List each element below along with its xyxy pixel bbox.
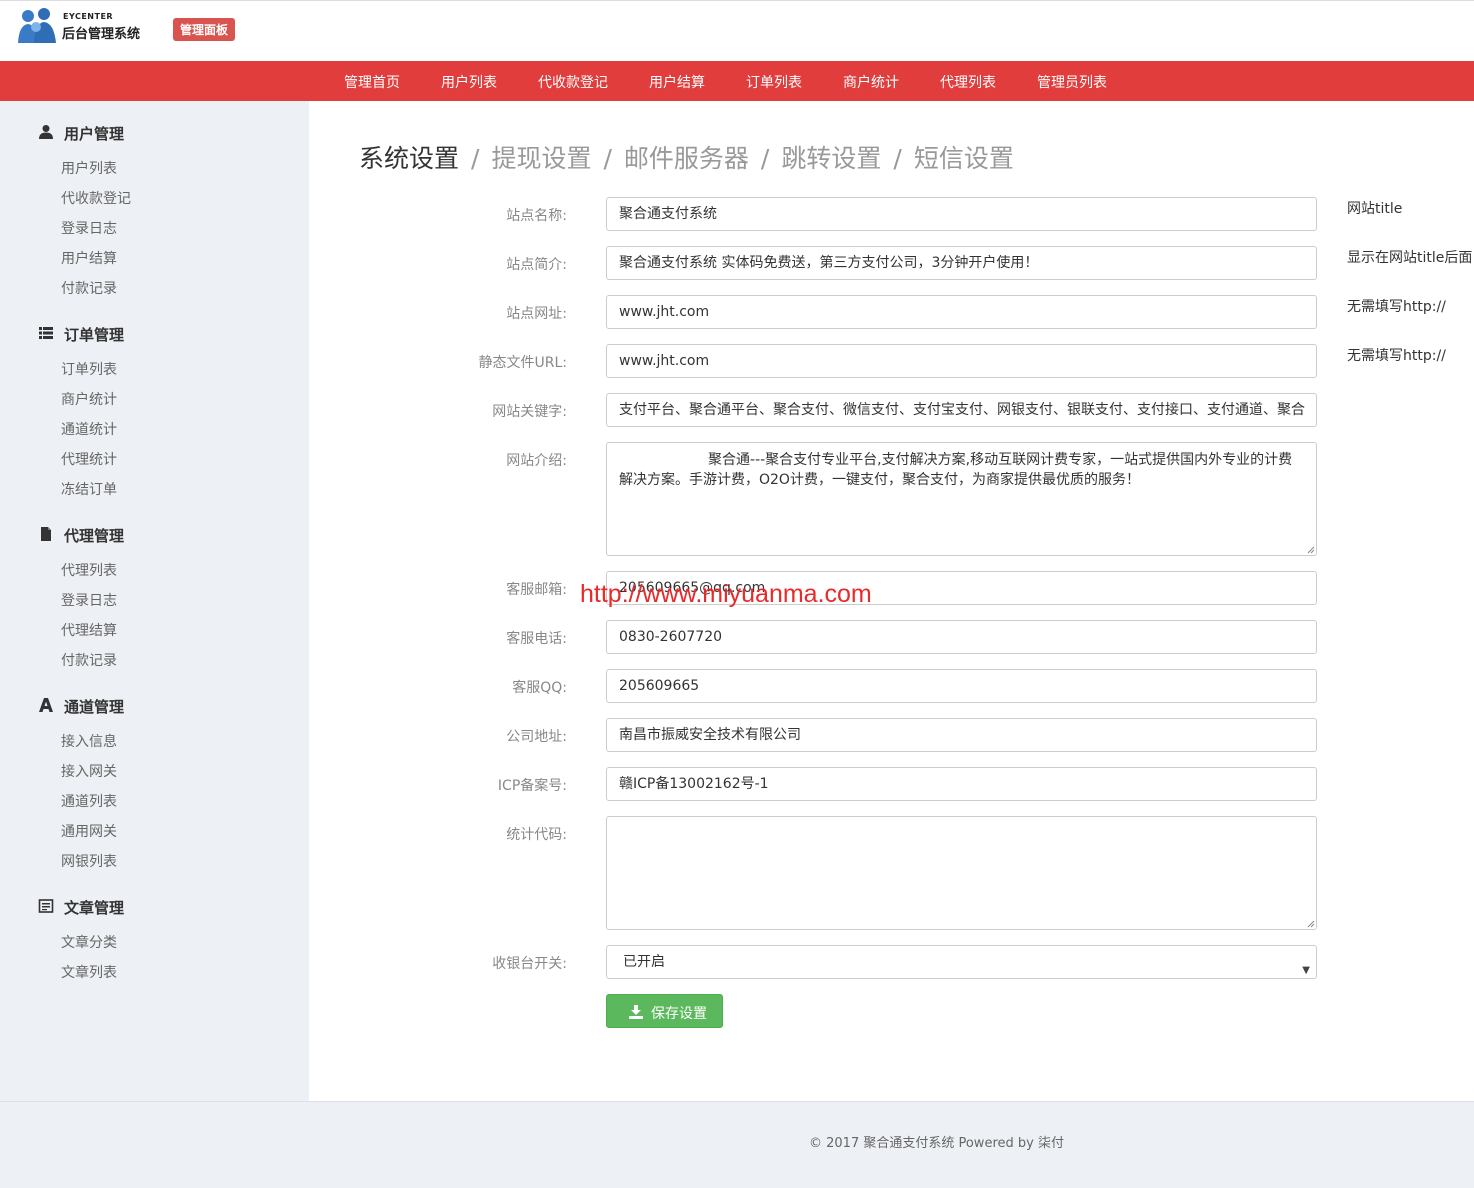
intro-textarea[interactable]: 聚合通---聚合支付专业平台,支付解决方案,移动互联网计费专家，一站式提供国内外… <box>606 442 1317 556</box>
sidebar-group-title: 用户管理 <box>64 125 125 143</box>
intro-text: 聚合通---聚合支付专业平台,支付解决方案,移动互联网计费专家，一站式提供国内外… <box>619 452 1293 488</box>
static-url-hint: 无需填写http:// <box>1347 348 1446 364</box>
sidebar-item-order-list[interactable]: 订单列表 <box>61 359 117 379</box>
sidebar-item-access-gateway[interactable]: 接入网关 <box>61 761 117 781</box>
sidebar-item-agent-login-log[interactable]: 登录日志 <box>61 590 117 610</box>
watermark: http://www.miyuanma.com <box>580 580 872 608</box>
logo-icon[interactable] <box>16 7 58 45</box>
site-url-hint: 无需填写http:// <box>1347 299 1446 315</box>
sidebar-item-article-category[interactable]: 文章分类 <box>61 932 117 952</box>
save-settings-button[interactable]: 保存设置 <box>606 994 723 1028</box>
sidebar-group-title: 文章管理 <box>64 899 125 917</box>
save-settings-label: 保存设置 <box>651 1005 707 1021</box>
qq-label: 客服QQ: <box>512 680 567 696</box>
nav-merchant-stats[interactable]: 商户统计 <box>843 72 899 92</box>
phone-label: 客服电话: <box>506 631 567 647</box>
breadcrumb-mail-server[interactable]: 邮件服务器 <box>624 144 749 173</box>
address-input[interactable]: 南昌市振威安全技术有限公司 <box>606 718 1317 752</box>
phone-input[interactable]: 0830-2607720 <box>606 620 1317 654</box>
sidebar-item-channel-stats[interactable]: 通道统计 <box>61 419 117 439</box>
chevron-down-icon: ▼ <box>1302 965 1310 976</box>
stats-code-label: 统计代码: <box>506 827 567 843</box>
sidebar-item-agent-list[interactable]: 代理列表 <box>61 560 117 580</box>
icp-label: ICP备案号: <box>497 778 567 794</box>
site-url-input[interactable]: www.jht.com <box>606 295 1317 329</box>
breadcrumb-separator: / <box>603 144 612 173</box>
nav-agent-list[interactable]: 代理列表 <box>940 72 996 92</box>
email-label: 客服邮箱: <box>506 582 567 598</box>
sidebar-item-agent-settlement[interactable]: 代理结算 <box>61 620 117 640</box>
nav-order-list[interactable]: 订单列表 <box>746 72 802 92</box>
brand-tagline: EYCENTER <box>63 12 114 21</box>
breadcrumb: 系统设置 / 提现设置 / 邮件服务器 / 跳转设置 / 短信设置 <box>359 139 1014 175</box>
static-url-input[interactable]: www.jht.com <box>606 344 1317 378</box>
sidebar-group-title: 订单管理 <box>64 326 125 344</box>
sidebar-item-article-list[interactable]: 文章列表 <box>61 962 117 982</box>
site-name-label: 站点名称: <box>506 208 567 224</box>
site-desc-hint: 显示在网站title后面 <box>1347 250 1473 266</box>
sidebar-group-title: 通道管理 <box>64 698 125 716</box>
keywords-label: 网站关键字: <box>492 404 567 420</box>
breadcrumb-separator: / <box>760 144 770 173</box>
breadcrumb-system-settings[interactable]: 系统设置 <box>359 144 459 173</box>
sidebar-item-user-settlement[interactable]: 用户结算 <box>61 248 117 268</box>
site-name-input[interactable]: 聚合通支付系统 <box>606 197 1317 231</box>
breadcrumb-separator: / <box>893 144 902 173</box>
sidebar-item-collection-register[interactable]: 代收款登记 <box>61 188 131 208</box>
breadcrumb-sms-settings[interactable]: 短信设置 <box>914 144 1014 173</box>
static-url-label: 静态文件URL: <box>478 355 568 371</box>
site-desc-label: 站点简介: <box>506 257 567 273</box>
sidebar-item-agent-payment-records[interactable]: 付款记录 <box>61 650 117 670</box>
top-navigation: 管理首页 用户列表 代收款登记 用户结算 订单列表 商户统计 代理列表 管理员列… <box>0 61 1474 101</box>
icp-input[interactable]: 赣ICP备13002162号-1 <box>606 767 1317 801</box>
download-icon <box>629 1005 643 1019</box>
article-icon <box>38 899 54 913</box>
sidebar-item-access-info[interactable]: 接入信息 <box>61 731 117 751</box>
sidebar-item-merchant-stats[interactable]: 商户统计 <box>61 389 117 409</box>
keywords-input[interactable]: 支付平台、聚合通平台、聚合支付、微信支付、支付宝支付、网银支付、银联支付、支付接… <box>606 393 1317 427</box>
stats-code-textarea[interactable] <box>606 816 1317 930</box>
font-icon <box>39 698 53 712</box>
intro-label: 网站介绍: <box>506 453 567 469</box>
user-icon <box>39 125 53 139</box>
address-label: 公司地址: <box>506 729 567 745</box>
site-name-hint: 网站title <box>1347 201 1403 217</box>
breadcrumb-withdraw-settings[interactable]: 提现设置 <box>491 144 591 173</box>
site-desc-input[interactable]: 聚合通支付系统 实体码免费送，第三方支付公司，3分钟开户使用！ <box>606 246 1317 280</box>
nav-collection-register[interactable]: 代收款登记 <box>538 72 608 92</box>
nav-user-list[interactable]: 用户列表 <box>441 72 497 92</box>
cashier-switch-value: 已开启 <box>623 954 665 970</box>
header: EYCENTER 后台管理系统 管理面板 <box>0 0 1474 61</box>
sidebar-item-general-gateway[interactable]: 通用网关 <box>61 821 117 841</box>
nav-admin-list[interactable]: 管理员列表 <box>1037 72 1107 92</box>
sidebar: 用户管理 用户列表 代收款登记 登录日志 用户结算 付款记录 订单管理 订单列表… <box>0 101 309 1101</box>
breadcrumb-redirect-settings[interactable]: 跳转设置 <box>781 144 881 173</box>
sidebar-item-frozen-orders[interactable]: 冻结订单 <box>61 479 117 499</box>
sidebar-item-payment-records[interactable]: 付款记录 <box>61 278 117 298</box>
cashier-switch-select[interactable]: 已开启 ▼ <box>606 945 1317 979</box>
admin-panel-badge: 管理面板 <box>173 18 236 41</box>
footer-copyright: © 2017 聚合通支付系统 Powered by 柒付 <box>809 1136 1064 1151</box>
sidebar-group-title: 代理管理 <box>64 527 125 545</box>
footer: © 2017 聚合通支付系统 Powered by 柒付 <box>0 1101 1474 1188</box>
list-icon <box>39 327 53 339</box>
sidebar-item-agent-stats[interactable]: 代理统计 <box>61 449 117 469</box>
sidebar-item-bank-list[interactable]: 网银列表 <box>61 851 117 871</box>
breadcrumb-separator: / <box>471 144 480 173</box>
site-url-label: 站点网址: <box>506 306 567 322</box>
nav-user-settlement[interactable]: 用户结算 <box>649 72 705 92</box>
resize-handle-icon[interactable] <box>1307 920 1315 928</box>
resize-handle-icon[interactable] <box>1307 546 1315 554</box>
sidebar-item-login-log[interactable]: 登录日志 <box>61 218 117 238</box>
sidebar-item-user-list[interactable]: 用户列表 <box>61 158 117 178</box>
sidebar-item-channel-list[interactable]: 通道列表 <box>61 791 117 811</box>
nav-admin-home[interactable]: 管理首页 <box>344 72 400 92</box>
qq-input[interactable]: 205609665 <box>606 669 1317 703</box>
cashier-switch-label: 收银台开关: <box>492 956 567 972</box>
file-icon <box>41 527 51 541</box>
brand-title: 后台管理系统 <box>62 27 141 42</box>
